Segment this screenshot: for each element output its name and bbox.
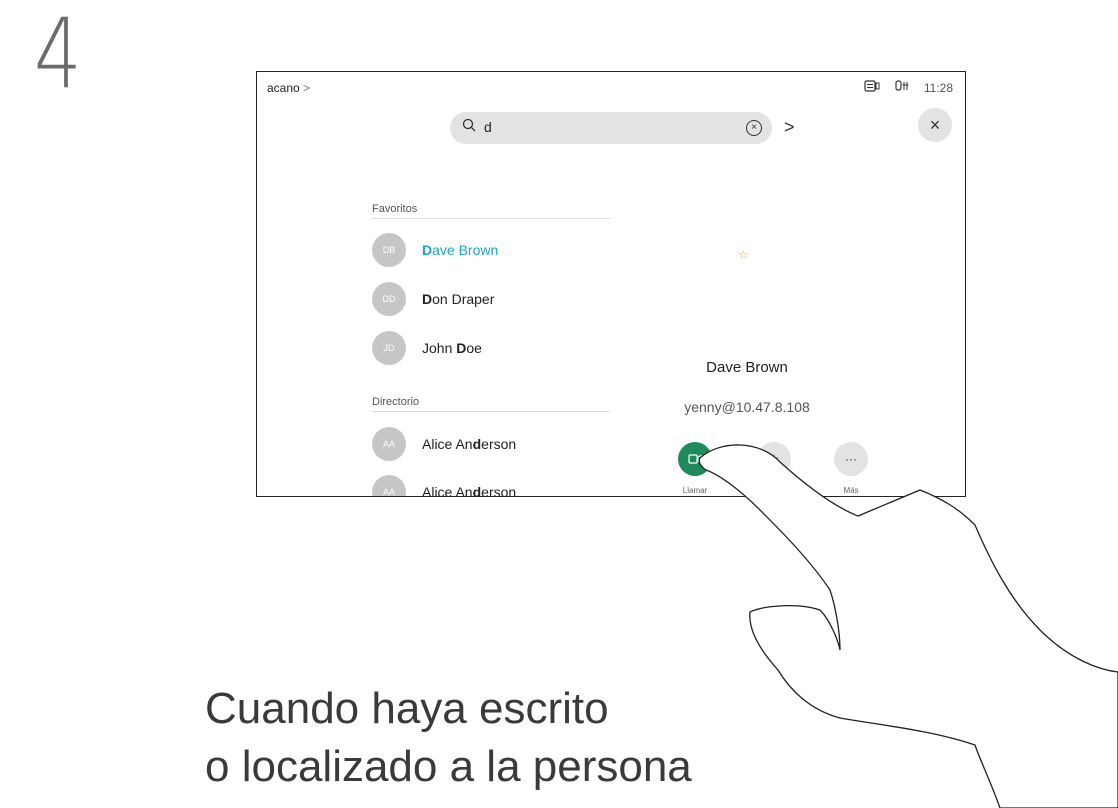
step-number: 4 bbox=[34, 0, 82, 110]
search-icon bbox=[462, 118, 476, 136]
favorite-item-dave-brown[interactable]: DB Dave Brown bbox=[372, 230, 498, 270]
search-input[interactable]: d × bbox=[450, 112, 772, 144]
caption-line-2: o localizado a la persona bbox=[205, 742, 692, 791]
status-bar: 11:28 bbox=[864, 80, 953, 95]
favorite-button[interactable]: ☆ bbox=[757, 442, 791, 476]
detail-name: Dave Brown bbox=[706, 359, 788, 376]
brand-chevron-icon: > bbox=[303, 81, 311, 95]
caption-line-1: Cuando haya escrito bbox=[205, 684, 609, 733]
call-label: Llamar bbox=[682, 486, 708, 495]
close-button[interactable]: × bbox=[918, 108, 952, 142]
more-button[interactable]: ··· bbox=[834, 442, 868, 476]
directory-item[interactable]: AA Alice Anderson bbox=[372, 472, 517, 497]
brand-label: acano bbox=[267, 81, 300, 95]
favorite-item-john-doe[interactable]: JD John Doe bbox=[372, 328, 482, 368]
clear-icon[interactable]: × bbox=[746, 120, 762, 136]
brand-breadcrumb[interactable]: acano > bbox=[267, 81, 310, 95]
clock-time: 11:28 bbox=[923, 80, 953, 95]
star-icon: ☆ bbox=[738, 248, 749, 262]
screen-share-icon[interactable] bbox=[864, 80, 880, 95]
search-value: d bbox=[484, 119, 492, 135]
directory-item[interactable]: AA Alice Anderson bbox=[372, 424, 516, 464]
favorites-heading: Favoritos bbox=[372, 203, 610, 219]
microphone-icon[interactable] bbox=[894, 80, 910, 95]
call-button[interactable] bbox=[678, 442, 712, 476]
caption: Cuando haya escrito o localizado a la pe… bbox=[205, 680, 692, 796]
contact-name: John Doe bbox=[422, 340, 482, 356]
more-label: Más bbox=[843, 486, 859, 495]
avatar: AA bbox=[372, 475, 406, 496]
contact-name: Dave Brown bbox=[422, 242, 499, 258]
contact-name: Alice Anderson bbox=[422, 436, 517, 452]
favorite-item-don-draper[interactable]: DD Don Draper bbox=[372, 279, 494, 319]
avatar: DB bbox=[372, 233, 406, 267]
chevron-right-icon[interactable]: > bbox=[784, 117, 795, 138]
avatar: AA bbox=[372, 427, 406, 461]
contact-name: Don Draper bbox=[422, 291, 495, 307]
detail-address: yenny@10.47.8.108 bbox=[684, 399, 810, 415]
directory-heading: Directorio bbox=[372, 396, 610, 412]
contact-name: Alice Anderson bbox=[422, 484, 517, 497]
avatar: DD bbox=[372, 282, 406, 316]
avatar: JD bbox=[372, 331, 406, 365]
device-screen: acano > 11:28 d × > × Favoritos DB Dave … bbox=[256, 71, 966, 497]
